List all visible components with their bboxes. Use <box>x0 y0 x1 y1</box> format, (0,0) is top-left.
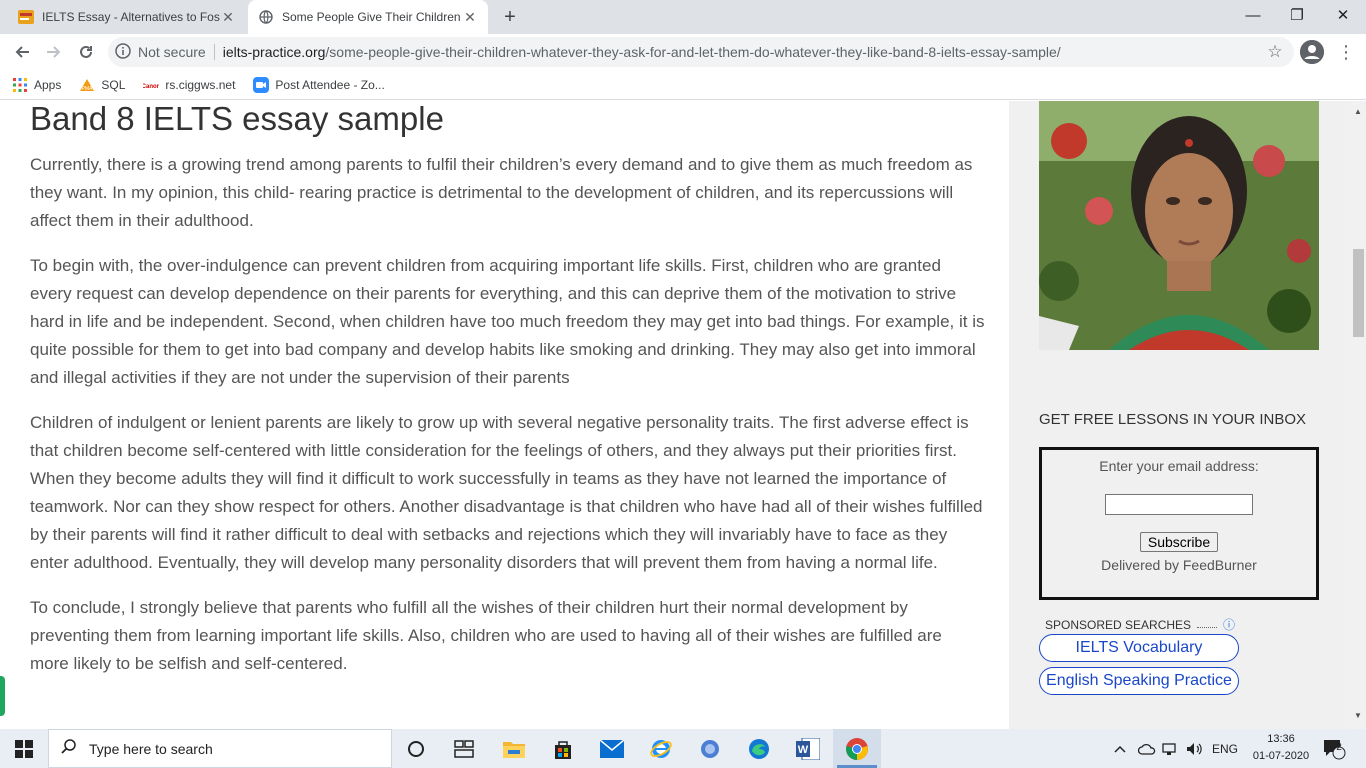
sponsored-link-english-speaking[interactable]: English Speaking Practice <box>1039 667 1239 695</box>
profile-avatar-icon[interactable] <box>1300 40 1324 64</box>
globe-icon <box>258 9 274 25</box>
bookmarks-bar: Apps PMA SQL Canon rs.ciggws.net Post At… <box>0 70 1366 100</box>
tab-some-people[interactable]: Some People Give Their Children ✕ <box>248 0 488 34</box>
browser-toolbar: Not secure ielts-practice.org /some-peop… <box>0 34 1366 70</box>
minimize-button[interactable]: — <box>1230 0 1276 30</box>
article-paragraph: Children of indulgent or lenient parents… <box>30 413 983 572</box>
article: Band 8 IELTS essay sample Currently, the… <box>30 101 985 678</box>
bookmark-rs-ciggws[interactable]: Canon rs.ciggws.net <box>142 77 236 93</box>
info-circle-icon[interactable] <box>108 42 138 62</box>
bookmark-label: SQL <box>101 77 126 92</box>
tab-ielts-alternatives[interactable]: IELTS Essay - Alternatives to Fossil ✕ <box>8 0 246 34</box>
cortana-circle-icon[interactable] <box>686 729 734 768</box>
sql-icon: PMA <box>79 77 95 93</box>
url-host: ielts-practice.org <box>222 44 326 60</box>
search-placeholder: Type here to search <box>89 740 213 757</box>
scrollbar-thumb[interactable] <box>1353 249 1364 337</box>
svg-text:Canon: Canon <box>143 84 159 90</box>
sponsored-link-ielts-vocabulary[interactable]: IELTS Vocabulary <box>1039 634 1239 662</box>
search-icon <box>49 738 89 759</box>
article-paragraph: Currently, there is a growing trend amon… <box>30 155 973 230</box>
article-paragraph: To begin with, the over-indulgence can p… <box>30 256 985 387</box>
sidebar: GET FREE LESSONS IN YOUR INBOX Enter you… <box>1009 101 1351 729</box>
scroll-up-icon[interactable]: ▲ <box>1354 107 1362 116</box>
forward-arrow-icon[interactable] <box>40 38 68 66</box>
tab-close-icon[interactable]: ✕ <box>462 9 478 25</box>
article-heading: Band 8 IELTS essay sample <box>30 101 444 137</box>
cortana-icon[interactable] <box>392 729 440 768</box>
sponsored-searches-label: SPONSORED SEARCHES ⓘ <box>1045 616 1235 633</box>
apps-grid-icon <box>12 77 28 93</box>
svg-text:PMA: PMA <box>82 86 94 92</box>
tab-title: Some People Give Their Children <box>282 10 461 24</box>
tab-strip: IELTS Essay - Alternatives to Fossil ✕ S… <box>0 0 1366 34</box>
bookmark-label: Post Attendee - Zo... <box>275 77 385 92</box>
ie-icon[interactable] <box>637 729 685 768</box>
windows-start-icon[interactable] <box>0 729 48 768</box>
author-photo <box>1039 101 1319 350</box>
onedrive-cloud-icon[interactable] <box>1138 729 1156 768</box>
ielts-favicon-icon <box>18 9 34 25</box>
notification-center-icon[interactable]: 2 <box>1322 729 1346 768</box>
email-field[interactable] <box>1105 494 1253 515</box>
clock-time: 13:36 <box>1267 733 1295 745</box>
scroll-down-icon[interactable]: ▼ <box>1354 711 1362 720</box>
clock-date: 01-07-2020 <box>1252 750 1310 762</box>
delivered-by-text: Delivered by FeedBurner <box>1101 557 1257 573</box>
taskbar-search-box[interactable]: Type here to search <box>48 729 392 768</box>
language-indicator[interactable]: ENG <box>1212 729 1238 768</box>
svg-text:W: W <box>798 744 809 756</box>
bookmark-post-attendee[interactable]: Post Attendee - Zo... <box>253 76 385 93</box>
bookmark-label: Apps <box>34 77 62 92</box>
kebab-menu-icon[interactable]: ⋮ <box>1336 38 1356 66</box>
store-icon[interactable] <box>539 729 587 768</box>
edge-icon[interactable] <box>735 729 783 768</box>
close-window-button[interactable]: ✕ <box>1320 0 1366 30</box>
file-explorer-icon[interactable] <box>490 729 538 768</box>
subscribe-form: Enter your email address: Subscribe Deli… <box>1039 447 1319 600</box>
bookmark-apps[interactable]: Apps <box>12 77 61 93</box>
restore-button[interactable]: ❐ <box>1274 0 1320 30</box>
article-paragraph: To conclude, I strongly believe that par… <box>30 598 942 673</box>
tray-chevron-icon[interactable] <box>1114 729 1126 768</box>
mail-icon[interactable] <box>588 729 636 768</box>
volume-icon[interactable] <box>1186 729 1204 768</box>
tab-close-icon[interactable]: ✕ <box>220 9 236 25</box>
page-scrollbar[interactable]: ▲ ▼ <box>1351 101 1366 729</box>
notification-count: 2 <box>1336 742 1342 753</box>
url-path: /some-people-give-their-children-whateve… <box>325 44 1061 60</box>
word-icon[interactable]: W <box>784 729 832 768</box>
bookmark-sql[interactable]: PMA SQL <box>79 77 125 93</box>
chrome-icon[interactable] <box>833 729 881 768</box>
email-label: Enter your email address: <box>1099 458 1259 474</box>
canon-icon: Canon <box>142 77 161 93</box>
info-icon[interactable]: ⓘ <box>1223 616 1235 633</box>
address-bar[interactable]: Not secure ielts-practice.org /some-peop… <box>108 37 1294 67</box>
security-label: Not secure <box>138 44 215 60</box>
bookmark-star-icon[interactable]: ☆ <box>1266 43 1284 61</box>
network-icon[interactable] <box>1162 729 1178 768</box>
feedback-tab[interactable] <box>0 676 5 716</box>
subscribe-button[interactable]: Subscribe <box>1139 532 1219 552</box>
new-tab-button[interactable]: + <box>498 6 522 28</box>
tab-title: IELTS Essay - Alternatives to Fossil <box>42 10 220 24</box>
reload-icon[interactable] <box>72 38 100 66</box>
zoom-icon <box>253 76 270 93</box>
windows-taskbar: Type here to search W ENG 13:36 01-07-20… <box>0 729 1366 768</box>
back-arrow-icon[interactable] <box>8 38 36 66</box>
clock[interactable]: 13:36 01-07-2020 <box>1252 731 1310 765</box>
sponsored-label: SPONSORED SEARCHES <box>1045 617 1192 632</box>
task-view-icon[interactable] <box>440 729 488 768</box>
bookmark-label: rs.ciggws.net <box>165 77 236 92</box>
web-page: Band 8 IELTS essay sample Currently, the… <box>0 101 1366 729</box>
subscribe-heading: GET FREE LESSONS IN YOUR INBOX <box>1039 411 1307 428</box>
dotted-divider <box>1197 622 1218 628</box>
